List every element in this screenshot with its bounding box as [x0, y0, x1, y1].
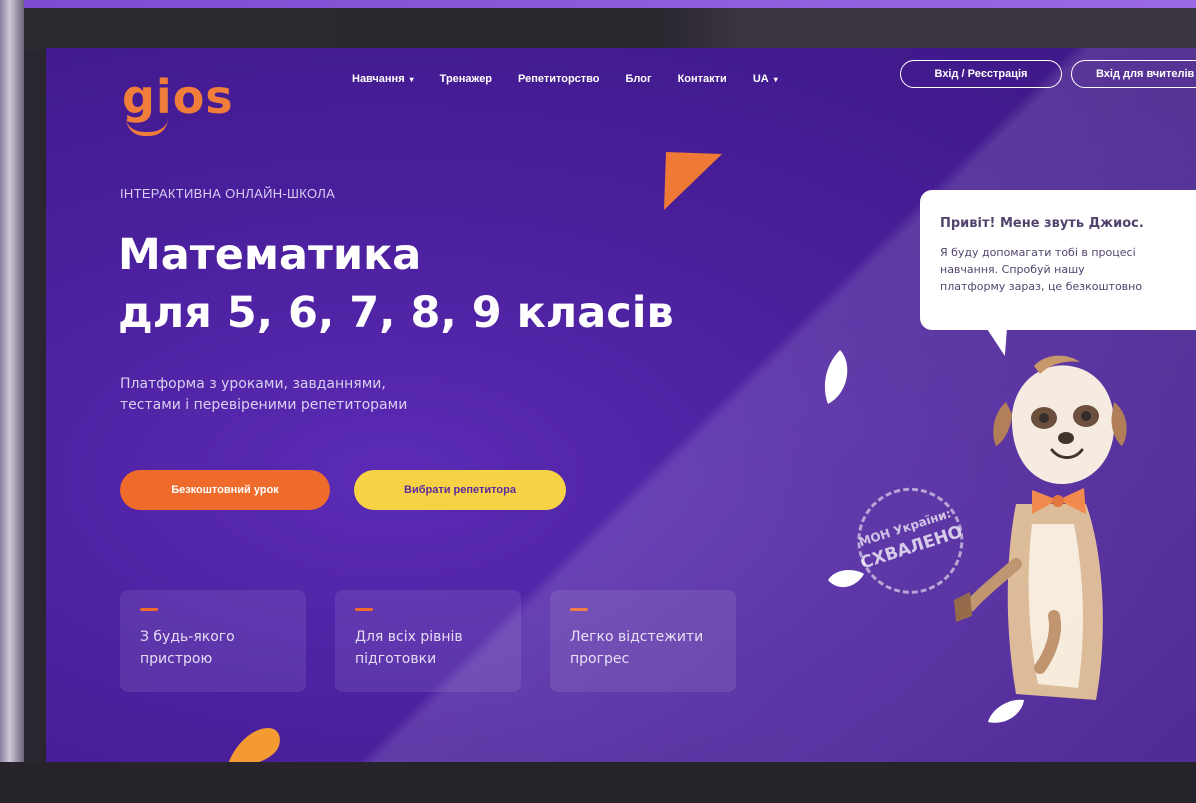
feature-text: Для всіх рівнів підготовки: [355, 626, 515, 670]
nav-item-label: Навчання: [352, 73, 405, 85]
hero-title-line1: Математика: [118, 230, 422, 280]
feature-card-any-device: З будь-якого пристрою: [120, 590, 306, 692]
logo-smile: [126, 118, 168, 136]
feature-accent-line: [570, 608, 588, 611]
nav-item-blog[interactable]: Блог: [626, 73, 652, 85]
mascot-speech-bubble: Привіт! Мене звуть Джиос. Я буду допомаг…: [920, 190, 1196, 330]
feature-text-line2: пристрою: [140, 651, 213, 667]
language-switcher[interactable]: UA ▾: [753, 73, 778, 85]
bubble-text-line2: навчання. Спробуй нашу: [940, 263, 1085, 276]
nav-item-contacts[interactable]: Контакти: [678, 73, 727, 85]
meerkat-mascot-icon: [954, 355, 1127, 700]
feature-text: Легко відстежити прогрес: [570, 626, 730, 670]
device-bezel-left: [0, 0, 24, 803]
hero-subtitle-line1: Платформа з уроками, завданнями,: [120, 376, 386, 392]
hero-eyebrow: ІНТЕРАКТИВНА ОНЛАЙН-ШКОЛА: [120, 186, 336, 201]
bubble-title: Привіт! Мене звуть Джиос.: [940, 216, 1144, 231]
orange-blob-shape: [228, 728, 280, 762]
nav-item-tutoring[interactable]: Репетиторство: [518, 73, 599, 85]
nav-item-trainer[interactable]: Тренажер: [440, 73, 492, 85]
feature-text-line2: прогрес: [570, 651, 630, 667]
hero-title-line2: для 5, 6, 7, 8, 9 класів: [118, 288, 674, 338]
bubble-text: Я буду допомагати тобі в процесі навчанн…: [940, 244, 1196, 295]
chevron-down-icon: ▾: [409, 75, 414, 84]
feature-card-all-levels: Для всіх рівнів підготовки: [335, 590, 521, 692]
hero-title: Математика для 5, 6, 7, 8, 9 класів: [118, 226, 674, 342]
teacher-login-button[interactable]: Вхід для вчителів: [1071, 60, 1196, 88]
main-nav: Навчання ▾ Тренажер Репетиторство Блог Ко…: [352, 69, 804, 89]
hero-subtitle: Платформа з уроками, завданнями, тестами…: [120, 374, 520, 416]
choose-tutor-button[interactable]: Вибрати репетитора: [354, 470, 566, 510]
device-frame: gios Навчання ▾ Тренажер Репетиторство Бл…: [0, 0, 1196, 803]
feature-accent-line: [355, 608, 373, 611]
device-edge: [0, 0, 1196, 8]
nav-item-learning[interactable]: Навчання ▾: [352, 73, 414, 85]
feature-text-line1: З будь-якого: [140, 629, 235, 645]
feature-text: З будь-якого пристрою: [140, 626, 300, 670]
logo-text[interactable]: gios: [122, 70, 234, 124]
bubble-text-line3: платформу зараз, це безкоштовно: [940, 280, 1143, 293]
feature-text-line1: Легко відстежити: [570, 629, 704, 645]
device-bezel-bottom: [0, 762, 1196, 803]
hero-subtitle-line2: тестами і перевіреними репетиторами: [120, 397, 408, 413]
feature-card-progress: Легко відстежити прогрес: [550, 590, 736, 692]
feature-text-line2: підготовки: [355, 651, 437, 667]
language-label: UA: [752, 73, 769, 85]
chevron-down-icon: ▾: [773, 75, 778, 84]
speech-bubble-tail: [985, 326, 1017, 356]
login-register-button[interactable]: Вхід / Реєстрація: [900, 60, 1062, 88]
white-leaf-shape: [824, 350, 848, 404]
feature-text-line1: Для всіх рівнів: [355, 629, 463, 645]
bubble-text-line1: Я буду допомагати тобі в процесі: [940, 246, 1136, 259]
website-screen: gios Навчання ▾ Тренажер Репетиторство Бл…: [46, 48, 1196, 762]
free-lesson-button[interactable]: Безкоштовний урок: [120, 470, 330, 510]
orange-triangle-shape: [664, 152, 722, 210]
feature-accent-line: [140, 608, 158, 611]
